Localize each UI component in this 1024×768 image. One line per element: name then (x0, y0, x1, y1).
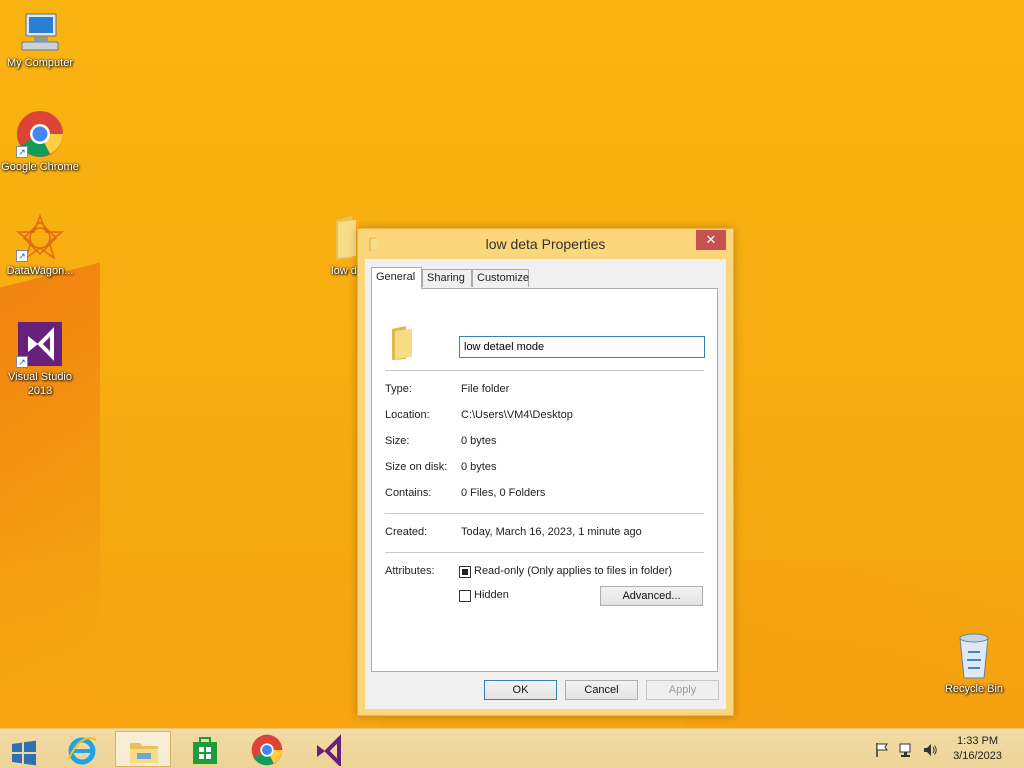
size-on-disk-value: 0 bytes (461, 461, 497, 473)
action-center-flag-icon[interactable] (874, 742, 890, 761)
tab-customize[interactable]: Customize (472, 269, 529, 287)
taskbar-visual-studio[interactable] (301, 731, 357, 768)
shortcut-arrow-icon: ↗ (16, 250, 28, 262)
internet-explorer-icon (66, 734, 98, 768)
desktop-icon-recycle-bin[interactable]: Recycle Bin (934, 632, 1014, 696)
taskbar-google-chrome[interactable] (239, 731, 295, 767)
dialog-title: low deta Properties (485, 236, 606, 252)
apply-button[interactable]: Apply (646, 680, 719, 700)
desktop-icon-visual-studio[interactable]: ↗ Visual Studio 2013 (0, 320, 80, 398)
general-tab-panel: Type: File folder Location: C:\Users\VM4… (371, 288, 718, 672)
taskbar: 1:33 PM 3/16/2023 (0, 728, 1024, 768)
datawagon-icon: ↗ (15, 213, 65, 262)
contains-label: Contains: (385, 487, 432, 499)
shortcut-arrow-icon: ↗ (16, 356, 28, 368)
computer-icon (18, 10, 62, 54)
ok-button[interactable]: OK (484, 680, 557, 700)
desktop-icon-label: Visual Studio 2013 (7, 371, 72, 397)
contains-value: 0 Files, 0 Folders (461, 487, 546, 499)
created-value: Today, March 16, 2023, 1 minute ago (461, 526, 642, 538)
clock-date: 3/16/2023 (953, 750, 1002, 762)
desktop-icon-label: DataWagon... (6, 265, 74, 277)
cancel-button[interactable]: Cancel (565, 680, 638, 700)
type-value: File folder (461, 383, 510, 395)
desktop-icon-label: low d (331, 265, 357, 277)
desktop-icon-label: My Computer (6, 57, 74, 69)
desktop-icon-label: Google Chrome (1, 161, 79, 173)
store-icon (189, 734, 221, 768)
chrome-icon: ↗ (16, 110, 64, 158)
wallpaper-shape (0, 520, 380, 730)
visual-studio-icon: ↗ (16, 320, 64, 368)
location-label: Location: (385, 409, 430, 421)
shortcut-arrow-icon: ↗ (16, 146, 28, 158)
folder-icon (386, 325, 418, 364)
size-label: Size: (385, 435, 410, 447)
attributes-label: Attributes: (385, 565, 435, 577)
desktop-icon-google-chrome[interactable]: ↗ Google Chrome (0, 110, 80, 174)
indeterminate-mark (462, 569, 468, 575)
created-label: Created: (385, 526, 428, 538)
close-icon: ✕ (705, 232, 717, 247)
tab-sharing[interactable]: Sharing (422, 269, 472, 287)
desktop-icon-my-computer[interactable]: My Computer (0, 10, 80, 70)
desktop-icon-label: Recycle Bin (944, 683, 1004, 695)
tab-general[interactable]: General (371, 267, 422, 289)
divider (385, 552, 704, 553)
start-button[interactable] (0, 731, 48, 767)
size-value: 0 bytes (461, 435, 497, 447)
divider (385, 513, 704, 514)
visual-studio-icon (313, 734, 345, 768)
taskbar-internet-explorer[interactable] (54, 731, 110, 767)
advanced-button[interactable]: Advanced... (600, 586, 703, 606)
network-icon[interactable] (898, 742, 914, 761)
clock-time: 1:33 PM (957, 735, 999, 747)
recycle-bin-icon (954, 632, 994, 680)
folder-name-input[interactable] (459, 336, 705, 358)
properties-dialog: low deta Properties ✕ General Sharing Cu… (357, 228, 734, 716)
hidden-label: Hidden (474, 589, 509, 601)
type-label: Type: (385, 383, 412, 395)
hidden-checkbox[interactable] (459, 590, 471, 602)
divider (385, 370, 704, 371)
dialog-body: General Sharing Customize Type: File fol… (365, 259, 726, 709)
readonly-label: Read-only (Only applies to files in fold… (474, 565, 673, 577)
chrome-icon (251, 734, 283, 768)
desktop-icon-datawagon[interactable]: ↗ DataWagon... (0, 213, 80, 278)
taskbar-file-explorer[interactable] (115, 731, 171, 767)
system-clock[interactable]: 1:33 PM 3/16/2023 (953, 734, 1002, 764)
volume-icon[interactable] (922, 742, 938, 761)
location-value: C:\Users\VM4\Desktop (461, 409, 573, 421)
taskbar-windows-store[interactable] (177, 731, 233, 767)
close-button[interactable]: ✕ (696, 230, 726, 250)
file-explorer-icon (128, 735, 160, 768)
windows-logo-icon (11, 740, 37, 768)
size-on-disk-label: Size on disk: (385, 461, 448, 473)
readonly-checkbox[interactable] (459, 566, 471, 578)
